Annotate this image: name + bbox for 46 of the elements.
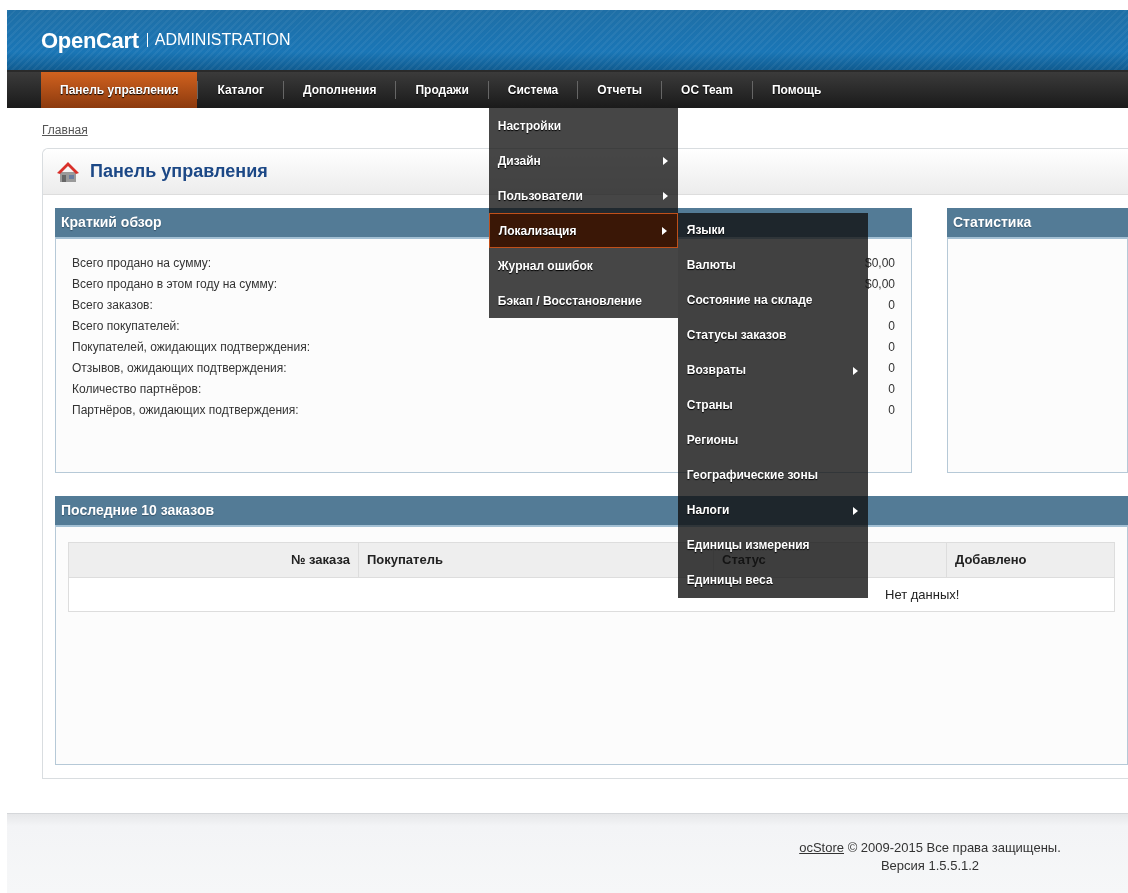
stat-label: Всего заказов: [72,297,153,314]
nav-item[interactable]: OC Team [662,72,752,108]
submenu-item[interactable]: Возвраты [677,363,868,378]
stat-label: Количество партнёров: [72,381,202,398]
house-icon [56,159,80,184]
stat-value: 0 [888,318,895,335]
menu-item[interactable]: Настройки [488,108,678,143]
copyright-text: © 2009-2015 Все права защищены. [847,840,1061,855]
stat-value: 0 [888,297,895,314]
submenu-item[interactable]: Языки [677,223,868,238]
nav-item[interactable]: Помощь [752,72,841,108]
submenu-item[interactable]: Статусы заказов [677,328,868,343]
submenu-item[interactable]: Географические зоны [677,468,868,483]
column-header: Добавлено [946,542,1115,578]
page-title: Панель управления [90,160,268,183]
panel-header: Статистика [947,208,1128,237]
stat-label: Всего продано на сумму: [72,255,212,272]
stat-value: 0 [888,402,895,419]
nav-item[interactable]: Панель управления [41,72,198,108]
stat-value: 0 [888,381,895,398]
breadcrumb-link[interactable]: Главная [42,123,88,137]
column-header: № заказа [68,542,359,578]
stat-label: Всего продано в этом году на сумму: [72,276,278,293]
nav-item[interactable]: Отчеты [578,72,662,108]
nav-item[interactable]: Продажи [396,72,488,108]
menu-item[interactable]: Локализация [488,213,678,248]
submenu-item[interactable]: Регионы [677,433,868,448]
nav-item[interactable]: Система [488,72,578,108]
menu-item[interactable]: Журнал ошибок [488,248,678,283]
submenu-item[interactable]: Налоги [677,503,868,518]
nav-item[interactable]: Каталог [198,72,283,108]
stat-label: Партнёров, ожидающих подтверждения: [72,402,299,419]
menu-item[interactable]: Дизайн [488,143,678,178]
nav-item[interactable]: Дополнения [283,72,396,108]
stat-label: Отзывов, ожидающих подтверждения: [72,360,287,377]
footer-link[interactable]: ocStore [799,840,844,855]
version-text: Версия 1.5.5.1.2 [880,858,980,873]
stat-value: 0 [888,339,895,356]
stat-label: Покупателей, ожидающих подтверждения: [72,339,310,356]
header-subtitle: ADMINISTRATION [146,33,291,47]
submenu-item[interactable]: Страны [677,398,868,413]
submenu-item[interactable]: Состояние на складе [677,293,868,308]
menu-item[interactable]: Бэкап / Восстановление [488,283,678,318]
stat-value: 0 [888,360,895,377]
stat-label: Всего покупателей: [72,318,180,335]
logo-text: OpenCart [41,26,139,55]
